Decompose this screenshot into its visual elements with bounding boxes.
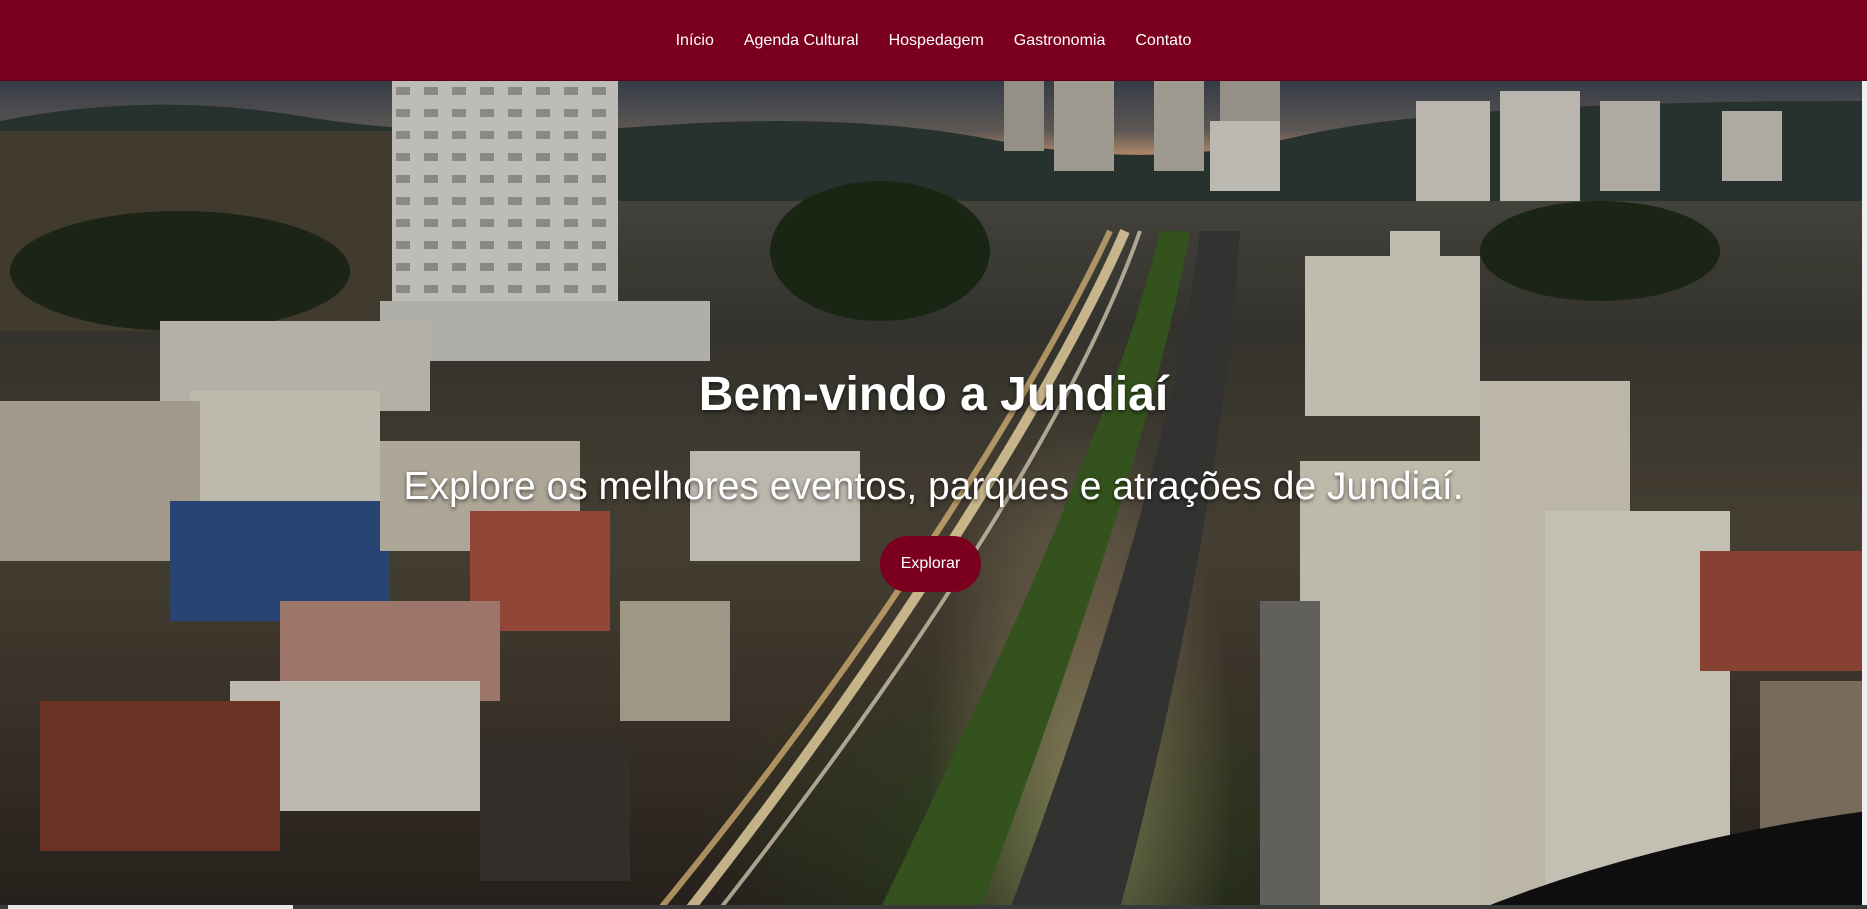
- nav-item-inicio[interactable]: Início: [661, 32, 729, 50]
- nav-item-contato[interactable]: Contato: [1120, 32, 1206, 50]
- nav-item-hospedagem[interactable]: Hospedagem: [874, 32, 999, 50]
- hero-subtitle: Explore os melhores eventos, parques e a…: [403, 465, 1464, 508]
- horizontal-scrollbar-thumb[interactable]: [8, 905, 293, 909]
- scrollbar-track[interactable]: [1862, 81, 1867, 909]
- hero-title: Bem-vindo a Jundiaí: [698, 368, 1169, 421]
- explore-button[interactable]: Explorar: [880, 536, 981, 592]
- nav-menu: Início Agenda Cultural Hospedagem Gastro…: [0, 0, 1867, 81]
- top-navbar: Início Agenda Cultural Hospedagem Gastro…: [0, 0, 1867, 81]
- nav-item-gastronomia[interactable]: Gastronomia: [999, 32, 1121, 50]
- nav-item-agenda-cultural[interactable]: Agenda Cultural: [729, 32, 874, 50]
- hero-section: Bem-vindo a Jundiaí Explore os melhores …: [0, 81, 1867, 909]
